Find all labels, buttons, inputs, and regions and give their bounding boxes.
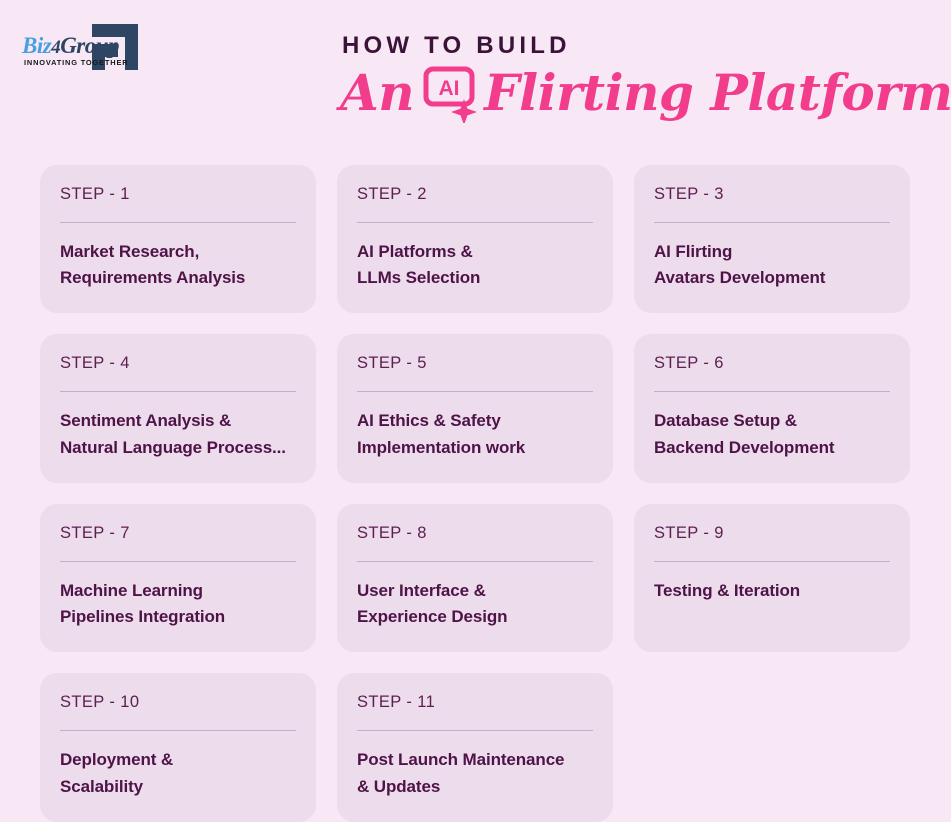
step-divider xyxy=(357,391,593,393)
step-title: Testing & Iteration xyxy=(654,580,801,600)
step-divider xyxy=(60,730,296,732)
step-divider xyxy=(60,560,296,562)
logo-wordmark: Biz4Group xyxy=(22,33,120,59)
step-title: Deployment & Scalability xyxy=(60,750,174,796)
step-label: STEP - 10 xyxy=(60,693,140,712)
step-card: STEP - 1 Market Research, Requirements A… xyxy=(40,165,316,314)
step-label: STEP - 6 xyxy=(654,354,724,373)
grid-empty-slot xyxy=(634,673,910,821)
step-card: STEP - 3 AI Flirting Avatars Development xyxy=(634,165,910,314)
step-title: User Interface & Experience Design xyxy=(357,580,508,627)
step-title: Post Launch Maintenance & Updates xyxy=(357,750,565,796)
step-label: STEP - 4 xyxy=(60,354,130,373)
step-label: STEP - 5 xyxy=(357,354,427,373)
logo-group-text: Group xyxy=(60,33,120,58)
company-logo: Biz4Group INNOVATING TOGETHER xyxy=(18,24,138,71)
step-card: STEP - 4 Sentiment Analysis & Natural La… xyxy=(40,334,316,483)
step-divider xyxy=(654,221,890,223)
step-card: STEP - 10 Deployment & Scalability xyxy=(40,673,316,822)
step-divider xyxy=(357,560,593,562)
page-header: Biz4Group INNOVATING TOGETHER HOW TO BUI… xyxy=(0,0,951,150)
step-divider xyxy=(654,391,890,393)
logo-biz-text: Biz xyxy=(22,33,52,58)
step-title: Market Research, Requirements Analysis xyxy=(60,241,246,288)
logo-four-text: 4 xyxy=(51,37,61,58)
step-title: AI Platforms & LLMs Selection xyxy=(357,241,481,288)
svg-text:AI: AI xyxy=(439,77,460,100)
step-divider xyxy=(60,221,296,223)
title-script-before: An xyxy=(340,63,415,123)
title-kicker: HOW TO BUILD xyxy=(342,32,571,59)
title-script-row: An AI Flirting Platform? xyxy=(340,63,951,126)
step-card: STEP - 7 Machine Learning Pipelines Inte… xyxy=(40,503,316,653)
step-card: STEP - 11 Post Launch Maintenance & Upda… xyxy=(337,673,613,822)
step-label: STEP - 8 xyxy=(357,523,427,542)
step-title: AI Ethics & Safety Implementation work xyxy=(357,411,526,457)
logo-tagline: INNOVATING TOGETHER xyxy=(24,58,129,67)
step-card: STEP - 9 Testing & Iteration xyxy=(634,503,910,653)
step-label: STEP - 11 xyxy=(357,693,436,712)
step-card: STEP - 6 Database Setup & Backend Develo… xyxy=(634,334,910,483)
ai-badge-icon: AI xyxy=(420,63,478,126)
step-divider xyxy=(357,221,593,223)
step-title: Sentiment Analysis & Natural Language Pr… xyxy=(60,411,286,457)
step-card: STEP - 5 AI Ethics & Safety Implementati… xyxy=(337,334,613,483)
step-card: STEP - 2 AI Platforms & LLMs Selection xyxy=(337,165,613,314)
title-block: HOW TO BUILD An AI Flirting Platform? xyxy=(340,32,951,126)
step-divider xyxy=(60,391,296,393)
step-divider xyxy=(357,730,593,732)
steps-grid: STEP - 1 Market Research, Requirements A… xyxy=(40,165,912,822)
step-title: Database Setup & Backend Development xyxy=(654,411,835,457)
step-label: STEP - 7 xyxy=(60,523,130,542)
step-label: STEP - 1 xyxy=(60,185,130,203)
step-card: STEP - 8 User Interface & Experience Des… xyxy=(337,503,613,653)
step-divider xyxy=(654,560,890,562)
step-label: STEP - 2 xyxy=(357,185,427,203)
step-label: STEP - 9 xyxy=(654,523,724,542)
step-title: Machine Learning Pipelines Integration xyxy=(60,580,226,627)
title-script-after: Flirting Platform? xyxy=(484,63,951,123)
step-label: STEP - 3 xyxy=(654,185,724,203)
step-title: AI Flirting Avatars Development xyxy=(654,241,826,288)
